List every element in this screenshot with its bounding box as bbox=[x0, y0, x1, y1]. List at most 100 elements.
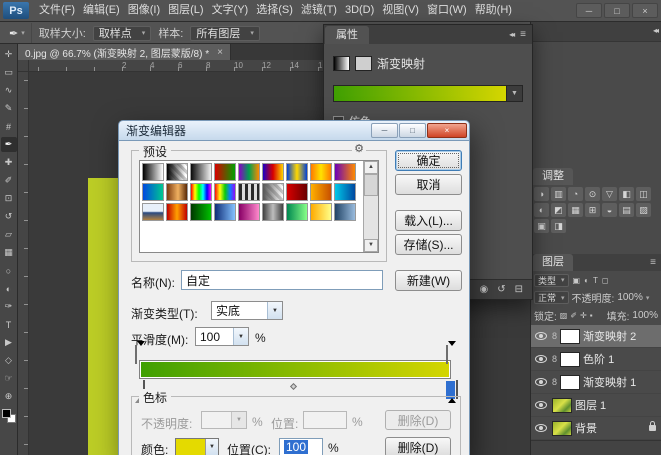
tab-properties[interactable]: 属性 bbox=[325, 26, 369, 44]
gradient-tool[interactable]: ▦ bbox=[1, 245, 17, 260]
chevron-down-icon[interactable]: ▼ bbox=[205, 439, 218, 455]
filter-adjustment-layers-icon[interactable]: ◐ bbox=[584, 276, 589, 285]
gradient-preset-21[interactable] bbox=[190, 203, 212, 221]
layer-mask-thumbnail[interactable] bbox=[560, 329, 580, 344]
adjustment-posterize-icon[interactable]: ▤ bbox=[619, 203, 634, 217]
chevron-down-icon[interactable]: ▼ bbox=[233, 328, 248, 345]
save-button[interactable]: 存储(S)... bbox=[395, 234, 462, 255]
tab-close-icon[interactable]: × bbox=[217, 47, 223, 58]
menu-item-8[interactable]: 3D(D) bbox=[341, 0, 378, 21]
adjustment-photo-filter-icon[interactable]: ◩ bbox=[551, 203, 566, 217]
panel-menu-icon[interactable]: ≡ bbox=[650, 254, 656, 271]
gradient-preset-11[interactable] bbox=[166, 183, 188, 201]
layer-thumbnail[interactable] bbox=[552, 421, 572, 436]
eyedropper-tool[interactable]: ✒ bbox=[1, 137, 17, 152]
type-tool[interactable]: T bbox=[1, 317, 17, 332]
quick-selection-tool[interactable]: ✎ bbox=[1, 101, 17, 116]
zoom-tool[interactable]: ⊕ bbox=[1, 389, 17, 404]
presets-menu-gear-icon[interactable]: ⚙ bbox=[352, 142, 366, 155]
collapse-panel-icon[interactable]: ◂◂ bbox=[509, 30, 513, 39]
gradient-name-input[interactable]: 自定 bbox=[181, 270, 383, 290]
gradient-preset-27[interactable] bbox=[334, 203, 356, 221]
filter-pixel-layers-icon[interactable]: ▣ bbox=[573, 276, 581, 285]
document-tab[interactable]: 0.jpg @ 66.7% (渐变映射 2, 图层蒙版/8) * × bbox=[18, 44, 231, 60]
brush-tool[interactable]: ✐ bbox=[1, 173, 17, 188]
pen-tool[interactable]: ✑ bbox=[1, 299, 17, 314]
gradient-preset-5[interactable] bbox=[238, 163, 260, 181]
gradient-preset-25[interactable] bbox=[286, 203, 308, 221]
layer-row-3[interactable]: 8渐变映射 1 bbox=[531, 371, 661, 394]
gradient-preset-23[interactable] bbox=[238, 203, 260, 221]
menu-item-1[interactable]: 文件(F) bbox=[35, 0, 79, 21]
adjustment-levels-icon[interactable]: ▥ bbox=[551, 187, 566, 201]
gradient-type-select[interactable]: 实底 ▼ bbox=[211, 301, 283, 320]
menu-item-9[interactable]: 视图(V) bbox=[378, 0, 423, 21]
adjustment-gradient-map-icon[interactable]: ▣ bbox=[534, 219, 549, 233]
window-minimize-button[interactable]: ─ bbox=[576, 3, 602, 18]
preset-scrollbar[interactable]: ▲ ▼ bbox=[363, 161, 378, 252]
opacity-value[interactable]: 100% bbox=[617, 292, 643, 303]
gradient-preset-1[interactable] bbox=[142, 163, 164, 181]
layer-row-5[interactable]: 背景 bbox=[531, 417, 661, 440]
adjustment-color-lookup-icon[interactable]: ⊞ bbox=[585, 203, 600, 217]
scroll-up-icon[interactable]: ▲ bbox=[364, 161, 378, 174]
menu-item-4[interactable]: 图层(L) bbox=[164, 0, 207, 21]
visibility-icon[interactable]: ◉ bbox=[479, 284, 488, 295]
gradient-preset-26[interactable] bbox=[310, 203, 332, 221]
gradient-preset-17[interactable] bbox=[310, 183, 332, 201]
gradient-preset-4[interactable] bbox=[214, 163, 236, 181]
menu-item-6[interactable]: 选择(S) bbox=[252, 0, 297, 21]
eraser-tool[interactable]: ▱ bbox=[1, 227, 17, 242]
adjustment-vibrance-icon[interactable]: ▽ bbox=[602, 187, 617, 201]
gradient-picker-arrow-icon[interactable]: ▼ bbox=[507, 85, 523, 102]
gradient-preset-10[interactable] bbox=[142, 183, 164, 201]
adjustment-black-white-icon[interactable]: ◐ bbox=[534, 203, 549, 217]
gradient-preset-2[interactable] bbox=[166, 163, 188, 181]
gradient-preview-strip[interactable] bbox=[333, 85, 507, 102]
tab-adjustments[interactable]: 调整 bbox=[533, 168, 573, 185]
gradient-preset-14[interactable] bbox=[238, 183, 260, 201]
ok-button[interactable]: 确定 bbox=[395, 150, 462, 171]
layer-filter-select[interactable]: 类型 ▾ bbox=[534, 274, 569, 287]
lock-position-icon[interactable]: ✛ bbox=[580, 311, 587, 320]
menu-item-11[interactable]: 帮助(H) bbox=[471, 0, 516, 21]
menu-item-3[interactable]: 图像(I) bbox=[124, 0, 164, 21]
adjustment-hue-saturation-icon[interactable]: ◧ bbox=[619, 187, 634, 201]
healing-brush-tool[interactable]: ✚ bbox=[1, 155, 17, 170]
layer-row-1[interactable]: 8渐变映射 2 bbox=[531, 325, 661, 348]
stop-color-swatch[interactable]: ▼ bbox=[175, 438, 219, 455]
color-swatch-fill[interactable] bbox=[176, 439, 205, 455]
adjustment-curves-icon[interactable]: ◔ bbox=[568, 187, 583, 201]
stop-opacity-input[interactable]: ▼ bbox=[201, 411, 247, 429]
layer-row-2[interactable]: 8色阶 1 bbox=[531, 348, 661, 371]
gradient-preset-9[interactable] bbox=[334, 163, 356, 181]
delete-opacity-stop-button[interactable]: 删除(D) bbox=[385, 410, 451, 430]
scrollbar-thumb[interactable] bbox=[364, 174, 378, 196]
properties-panel-header[interactable]: 属性 ◂◂ ≡ bbox=[324, 25, 532, 44]
menu-item-5[interactable]: 文字(Y) bbox=[208, 0, 253, 21]
marquee-tool[interactable]: ▭ bbox=[1, 65, 17, 80]
scroll-down-icon[interactable]: ▼ bbox=[364, 239, 378, 252]
gradient-preset-18[interactable] bbox=[334, 183, 356, 201]
gradient-preset-8[interactable] bbox=[310, 163, 332, 181]
cancel-button[interactable]: 取消 bbox=[395, 174, 462, 195]
adjustment-invert-icon[interactable]: ◒ bbox=[602, 203, 617, 217]
stop-location-input[interactable] bbox=[303, 411, 347, 429]
visibility-eye-icon[interactable] bbox=[535, 378, 547, 386]
gradient-preset-12[interactable] bbox=[190, 183, 212, 201]
dialog-maximize-button[interactable]: □ bbox=[399, 123, 426, 138]
adjustment-exposure-icon[interactable]: ⊙ bbox=[585, 187, 600, 201]
adjustment-threshold-icon[interactable]: ▨ bbox=[636, 203, 651, 217]
hand-tool[interactable]: ☞ bbox=[1, 371, 17, 386]
opacity-stop-left[interactable] bbox=[135, 346, 144, 364]
gradient-preset-7[interactable] bbox=[286, 163, 308, 181]
move-tool[interactable]: ✛ bbox=[1, 47, 17, 62]
layer-mask-thumbnail[interactable] bbox=[560, 375, 580, 390]
tab-layers[interactable]: 图层 bbox=[533, 254, 573, 271]
filter-type-layers-icon[interactable]: T bbox=[593, 276, 598, 285]
clone-stamp-tool[interactable]: ⊡ bbox=[1, 191, 17, 206]
chevron-down-icon[interactable]: ▼ bbox=[267, 302, 282, 319]
current-tool-preview[interactable]: ✒ ▾ bbox=[3, 23, 32, 43]
menu-item-10[interactable]: 窗口(W) bbox=[423, 0, 471, 21]
color-location-input[interactable]: 100 bbox=[279, 438, 323, 455]
